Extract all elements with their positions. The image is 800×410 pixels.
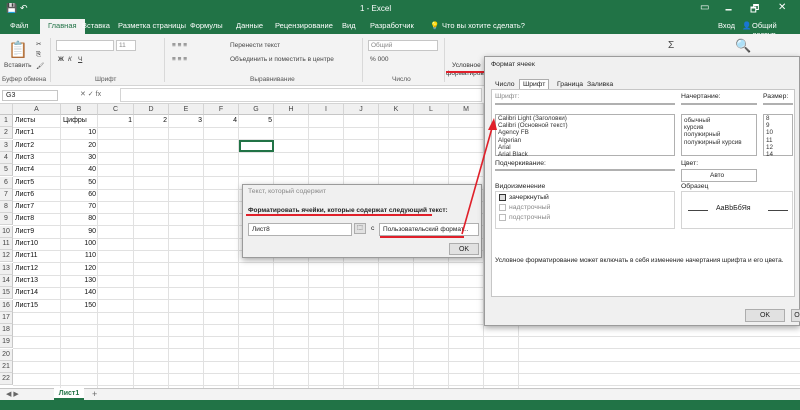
annotation-arrow xyxy=(461,118,497,235)
